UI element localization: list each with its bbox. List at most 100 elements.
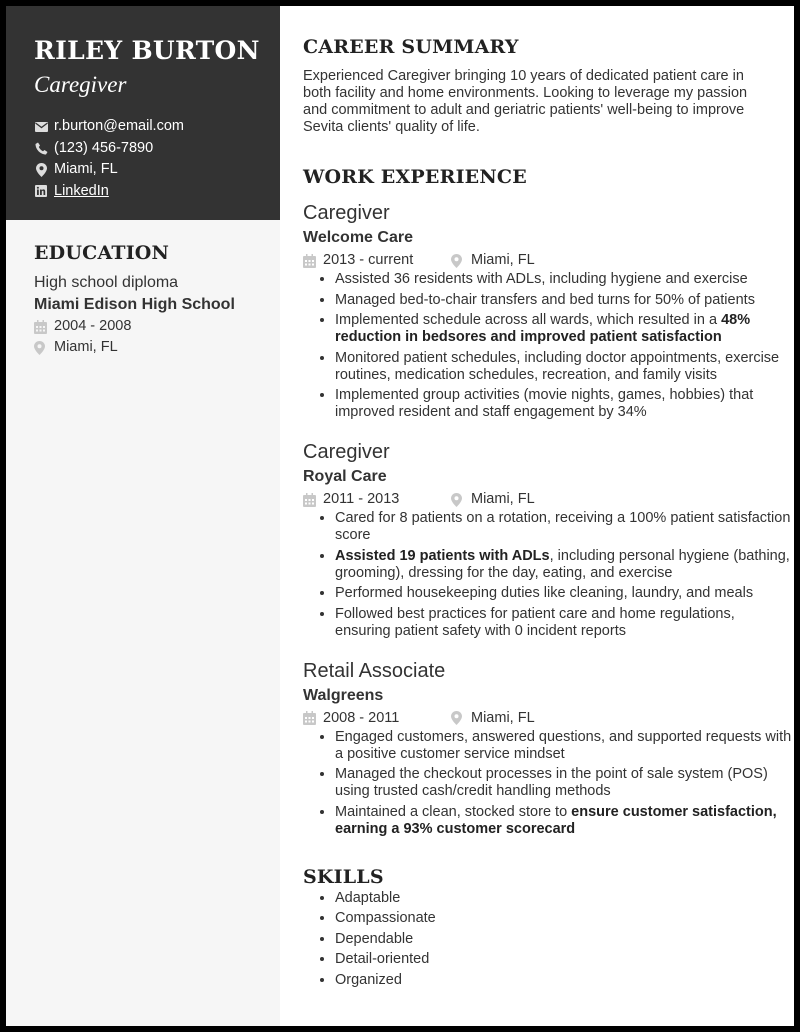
- work-experience-section: WORK EXPERIENCE Caregiver Welcome Care 201…: [303, 164, 794, 838]
- job-company: Walgreens: [303, 686, 384, 704]
- job-meta: 2008 - 2011 Miami, FL: [303, 708, 794, 729]
- education-degree: High school diploma: [34, 274, 179, 291]
- job-bullet: Implemented schedule across all wards, w…: [335, 312, 794, 346]
- bullet-text: Followed best practices for patient care…: [335, 605, 735, 639]
- job-bullet: Managed the checkout processes in the po…: [335, 766, 794, 800]
- skills-section: SKILLS Adaptable Compassionate Dependable D…: [303, 864, 794, 989]
- job-entry: Caregiver Royal Care 2011 - 2013 Miami, FL C…: [303, 439, 794, 640]
- map-pin-icon: [451, 711, 465, 725]
- job-location: Miami, FL: [471, 252, 535, 268]
- job-company: Welcome Care: [303, 229, 413, 246]
- job-bullet: Managed bed-to-chair transfers and bed t…: [335, 292, 794, 309]
- job-location-group: Miami, FL: [451, 489, 535, 510]
- job-title: Caregiver: [303, 202, 390, 224]
- job-bullets: Assisted 36 residents with ADLs, includi…: [303, 271, 794, 421]
- linkedin-icon: [34, 184, 48, 198]
- location-text: Miami, FL: [54, 161, 118, 177]
- summary-text: Experienced Caregiver bringing 10 years …: [303, 68, 748, 135]
- education-location: Miami, FL: [54, 339, 118, 355]
- job-location: Miami, FL: [471, 709, 535, 726]
- job-location-group: Miami, FL: [451, 708, 535, 729]
- bullet-text: Managed the checkout processes in the po…: [335, 766, 768, 799]
- skill-item: Adaptable: [335, 890, 794, 907]
- candidate-name: RILEY BURTON: [34, 36, 260, 65]
- sidebar: RILEY BURTON Caregiver r.burton@email.co…: [6, 6, 280, 1026]
- education-heading: EDUCATION: [34, 242, 170, 264]
- job-location: Miami, FL: [471, 491, 535, 507]
- bullet-text: Cared for 8 patients on a rotation, rece…: [335, 510, 791, 543]
- phone-icon: [34, 141, 48, 155]
- skills-heading: SKILLS: [303, 865, 384, 888]
- job-bullet: Engaged customers, answered questions, a…: [335, 729, 794, 763]
- job-dates: 2008 - 2011: [323, 709, 400, 726]
- skill-item: Compassionate: [335, 910, 794, 927]
- job-bullet: Performed housekeeping duties like clean…: [335, 585, 794, 602]
- candidate-title: Caregiver: [34, 72, 127, 97]
- education-section: EDUCATION High school diploma Miami Edis…: [6, 220, 280, 358]
- experience-heading: WORK EXPERIENCE: [303, 166, 527, 188]
- job-bullets: Cared for 8 patients on a rotation, rece…: [303, 510, 794, 640]
- job-bullet: Followed best practices for patient care…: [335, 606, 794, 640]
- job-bullet: Implemented group activities (movie nigh…: [335, 387, 794, 421]
- job-dates-group: 2013 - current: [303, 250, 451, 271]
- job-dates-group: 2008 - 2011: [303, 708, 451, 729]
- job-bullet: Cared for 8 patients on a rotation, rece…: [335, 510, 794, 544]
- skill-item: Detail-oriented: [335, 951, 794, 968]
- summary-heading: CAREER SUMMARY: [303, 36, 519, 58]
- calendar-icon: [303, 492, 317, 507]
- calendar-icon: [34, 319, 48, 334]
- job-dates-group: 2011 - 2013: [303, 489, 451, 510]
- job-dates: 2011 - 2013: [323, 491, 400, 507]
- job-bullets: Engaged customers, answered questions, a…: [303, 729, 794, 838]
- career-summary-section: CAREER SUMMARY Experienced Caregiver bri…: [303, 34, 794, 136]
- map-pin-icon: [34, 162, 48, 177]
- education-dates-row: 2004 - 2008: [34, 316, 280, 337]
- calendar-icon: [303, 711, 317, 725]
- bullet-text: Engaged customers, answered questions, a…: [335, 728, 792, 762]
- contact-email: r.burton@email.com: [34, 116, 280, 138]
- skills-list: Adaptable Compassionate Dependable Detail-o…: [303, 890, 794, 989]
- job-title: Caregiver: [303, 441, 390, 463]
- job-meta: 2011 - 2013 Miami, FL: [303, 489, 794, 510]
- map-pin-icon: [451, 492, 465, 507]
- job-bullet: Assisted 19 patients with ADLs, includin…: [335, 548, 794, 582]
- bullet-text: Implemented group activities (movie nigh…: [335, 387, 754, 420]
- skill-item: Dependable: [335, 931, 794, 948]
- contact-location: Miami, FL: [34, 159, 280, 181]
- job-entry: Retail Associate Walgreens 2008 - 2011 Miam…: [303, 658, 794, 838]
- job-bullet: Maintained a clean, stocked store to ens…: [335, 804, 794, 838]
- job-bullet: Monitored patient schedules, including d…: [335, 350, 794, 384]
- envelope-icon: [34, 120, 48, 134]
- job-bullet: Assisted 36 residents with ADLs, includi…: [335, 271, 794, 288]
- calendar-icon: [303, 253, 317, 268]
- resume-page: RILEY BURTON Caregiver r.burton@email.co…: [6, 6, 794, 1026]
- bullet-text: Performed housekeeping duties like clean…: [335, 585, 754, 601]
- skill-item: Organized: [335, 972, 794, 989]
- bullet-text: Maintained a clean, stocked store to: [335, 803, 572, 820]
- bullet-text: Monitored patient schedules, including d…: [335, 349, 780, 383]
- job-entry: Caregiver Welcome Care 2013 - current Miami…: [303, 200, 794, 421]
- sidebar-header: RILEY BURTON Caregiver r.burton@email.co…: [6, 6, 280, 220]
- job-meta: 2013 - current Miami, FL: [303, 250, 794, 271]
- bullet-text: Assisted 36 residents with ADLs, includi…: [335, 271, 748, 287]
- main-content: CAREER SUMMARY Experienced Caregiver bri…: [280, 6, 794, 1026]
- bullet-text: Managed bed-to-chair transfers and bed t…: [335, 291, 755, 308]
- map-pin-icon: [451, 253, 465, 268]
- contact-list: r.burton@email.com (123) 456-7890 Miami,…: [34, 116, 280, 202]
- map-pin-icon: [34, 340, 48, 355]
- linkedin-link[interactable]: LinkedIn: [54, 181, 109, 203]
- contact-linkedin: LinkedIn: [34, 181, 280, 203]
- job-dates: 2013 - current: [323, 252, 414, 268]
- jobs-list: Caregiver Welcome Care 2013 - current Miami…: [303, 200, 794, 838]
- education-school: Miami Edison High School: [34, 296, 235, 313]
- job-title: Retail Associate: [303, 659, 446, 682]
- education-location-row: Miami, FL: [34, 337, 280, 358]
- email-text: r.burton@email.com: [54, 118, 184, 134]
- contact-phone: (123) 456-7890: [34, 138, 280, 160]
- job-location-group: Miami, FL: [451, 250, 535, 271]
- education-dates: 2004 - 2008: [54, 318, 132, 334]
- phone-text: (123) 456-7890: [54, 139, 154, 156]
- bullet-highlight: Assisted 19 patients with ADLs: [335, 547, 550, 564]
- job-company: Royal Care: [303, 468, 387, 485]
- bullet-text: Implemented schedule across all wards, w…: [335, 312, 722, 328]
